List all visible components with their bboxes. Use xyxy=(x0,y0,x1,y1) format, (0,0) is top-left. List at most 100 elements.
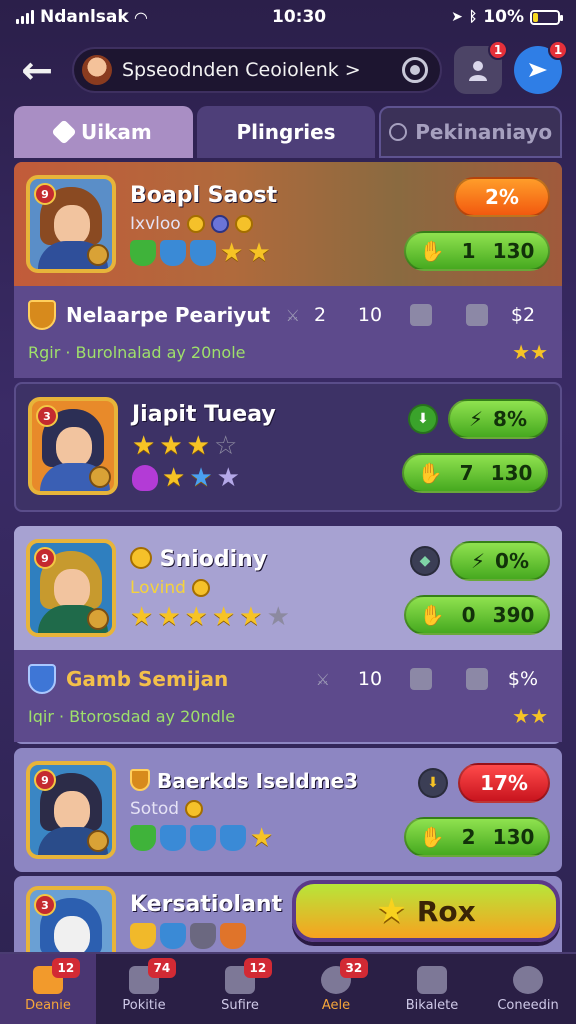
tab-label: Plingries xyxy=(236,120,336,144)
carrier-label: Ndanlsak xyxy=(40,7,129,27)
search-text: Spseodnden Ceoiolenk > xyxy=(122,59,361,81)
status-bar: Ndanlsak ◠ 10:30 ➤ ᛒ 10% xyxy=(0,0,576,34)
mail-icon xyxy=(466,304,488,326)
star-icon: ★ xyxy=(130,601,154,632)
hero-card[interactable]: 3 Jiapit Tueay ★ ★ ★ ☆ ★ ★ ★ ⬇ ⚡ 8% ✋ 7 … xyxy=(14,382,562,512)
star-icon: ★ xyxy=(184,601,208,632)
star-icon: ★ xyxy=(216,462,240,493)
tab-pekinaniayo[interactable]: Pekinaniayo xyxy=(379,106,563,158)
alert-badge: 1 xyxy=(488,40,508,60)
download-icon[interactable]: ⬇ xyxy=(408,404,438,434)
stats-panel: Gamb Semijan ⚔ 10 $% Iqir · Btorosdad ay… xyxy=(14,650,562,742)
diamond-icon xyxy=(51,119,77,145)
hero-portrait[interactable]: 9 xyxy=(26,539,116,637)
hero-portrait[interactable]: 9 xyxy=(26,761,116,859)
tab-bar: Uikam Plingries Pekinaniayo xyxy=(14,106,563,158)
coin-icon xyxy=(210,214,229,233)
alert-button[interactable]: 1 xyxy=(454,40,508,94)
upgrade-cost: 130 xyxy=(490,461,533,485)
stats-title: Gamb Semijan xyxy=(66,667,229,691)
hero-card[interactable]: 9 Sniodiny Lovind ★ ★ ★ ★ ★ ★ ◆ ⚡ 0% ✋ 0… xyxy=(14,526,562,744)
hero-name: Boapl Saost xyxy=(130,182,278,208)
send-badge: 1 xyxy=(548,40,568,60)
back-arrow-icon[interactable]: ← xyxy=(14,47,60,93)
star-icon: ★ xyxy=(159,430,183,461)
star-icon: ★ xyxy=(376,891,407,931)
nav-badge: 12 xyxy=(51,958,80,978)
upgrade-cost: 390 xyxy=(492,603,535,627)
nav-item-pokitie[interactable]: 74 Pokitie xyxy=(96,954,192,1024)
upgrade-count: 2 xyxy=(461,825,476,849)
hero-portrait[interactable]: 3 xyxy=(28,397,118,495)
percent-badge: 17% xyxy=(458,763,550,803)
location-icon: ➤ xyxy=(451,9,463,25)
star-empty-icon: ★ xyxy=(266,601,290,632)
hero-card[interactable]: 9 Boapl Saost Ixvloo ★ ★ 2% ✋ 1 130 Nela… xyxy=(14,162,562,378)
gear-icon xyxy=(410,304,432,326)
stat-a: 2 xyxy=(313,304,327,326)
nav-item-aele[interactable]: 32 Aele xyxy=(288,954,384,1024)
nav-item-coneedin[interactable]: Coneedin xyxy=(480,954,576,1024)
star-icon: ★ xyxy=(220,237,244,268)
percent-badge: ⚡ 0% xyxy=(450,541,550,581)
coin-icon xyxy=(191,578,210,597)
sword-icon: ⚔ xyxy=(285,305,300,325)
stat-b: 10 xyxy=(357,668,383,690)
purple-gem-icon xyxy=(132,464,158,491)
camera-icon[interactable] xyxy=(402,57,428,83)
nav-item-sufire[interactable]: 12 Sufire xyxy=(192,954,288,1024)
star-icon: ★★ xyxy=(512,340,548,364)
stats-footer: Iqir · Btorosdad ay 20ndle xyxy=(28,706,236,726)
chest-icon xyxy=(417,965,447,994)
blue-shield-icon xyxy=(160,239,186,266)
upgrade-button[interactable]: ✋ 1 130 xyxy=(404,231,550,271)
blue-shield-icon xyxy=(160,825,186,851)
hero-portrait[interactable]: 3 xyxy=(26,886,116,952)
gem-row: ★ ★ xyxy=(130,237,360,268)
tab-uikam[interactable]: Uikam xyxy=(14,106,193,158)
gear-icon xyxy=(410,668,432,690)
search-bar[interactable]: Spseodnden Ceoiolenk > xyxy=(72,47,442,93)
stat-c: $% xyxy=(507,668,539,690)
tab-label: Uikam xyxy=(80,120,152,144)
hero-card[interactable]: 9 Baerkds Iseldme3 Sotod ★ ⬇ 17% ✋ 2 130 xyxy=(14,748,562,872)
rank-badge-icon xyxy=(89,466,111,488)
stat-b: 10 xyxy=(357,304,383,326)
stats-panel: Nelaarpe Peariyut ⚔ 2 10 $2 Rgir · Burol… xyxy=(14,286,562,378)
blue-shield-icon xyxy=(190,825,216,851)
signal-icon xyxy=(16,10,34,24)
star-icon: ★★ xyxy=(512,704,548,728)
percent-badge: ⚡ 8% xyxy=(448,399,548,439)
star-icon: ★ xyxy=(211,601,236,632)
upgrade-count: 1 xyxy=(461,239,476,263)
nav-item-deanie[interactable]: 12 Deanie xyxy=(0,954,96,1024)
green-shield-icon xyxy=(130,239,156,266)
hero-subtitle: Ixvloo xyxy=(130,213,181,234)
upgrade-button[interactable]: ✋ 7 130 xyxy=(402,453,548,493)
nav-badge: 12 xyxy=(243,958,272,978)
clock: 10:30 xyxy=(272,7,327,27)
gold-shield-icon xyxy=(130,923,156,949)
blue-shield-icon xyxy=(160,923,186,949)
tab-plingries[interactable]: Plingries xyxy=(196,106,376,158)
avatar xyxy=(82,55,112,85)
send-icon xyxy=(529,63,547,77)
nav-item-bikalete[interactable]: Bikalete xyxy=(384,954,480,1024)
hero-portrait[interactable]: 9 xyxy=(26,175,116,273)
bottom-nav: 12 Deanie 74 Pokitie 12 Sufire 32 Aele B… xyxy=(0,952,576,1024)
star-icon: ★ xyxy=(186,430,210,461)
emblem-icon xyxy=(28,300,56,330)
thumb-icon: ✋ xyxy=(419,603,445,627)
hero-name: Sniodiny xyxy=(130,546,360,572)
send-button[interactable]: 1 xyxy=(514,40,568,94)
upgrade-button[interactable]: ✋ 2 130 xyxy=(404,817,550,857)
bolt-icon: ⚡ xyxy=(470,549,486,573)
hero-subtitle: Sotod xyxy=(130,799,180,819)
battery-percent: 10% xyxy=(483,7,524,27)
hero-list: 9 Boapl Saost Ixvloo ★ ★ 2% ✋ 1 130 Nela… xyxy=(14,158,562,952)
rox-button[interactable]: ★ Rox xyxy=(292,880,560,942)
diamond-button-icon[interactable]: ◆ xyxy=(410,546,440,576)
download-icon[interactable]: ⬇ xyxy=(418,768,448,798)
star-row: ★ ★ ★ ☆ xyxy=(132,433,358,459)
upgrade-button[interactable]: ✋ 0 390 xyxy=(404,595,550,635)
